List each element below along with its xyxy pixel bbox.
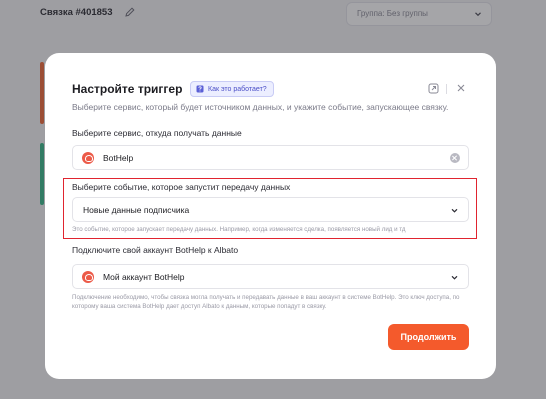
question-book-icon: [196, 85, 204, 93]
trigger-setup-modal: Настройте триггер Как это работает? Выбе…: [45, 53, 496, 379]
service-value: BotHelp: [103, 153, 134, 163]
bothelp-logo-icon: [82, 271, 94, 283]
account-select[interactable]: Мой аккаунт BotHelp: [72, 264, 469, 289]
account-hint: Подключение необходимо, чтобы связка мог…: [72, 294, 460, 310]
modal-title: Настройте триггер: [72, 82, 183, 96]
service-label: Выберите сервис, откуда получать данные: [72, 128, 242, 138]
event-hint: Это событие, которое запускает передачу …: [72, 226, 406, 233]
bothelp-logo-icon: [82, 152, 94, 164]
event-select[interactable]: Новые данные подписчика: [72, 197, 469, 222]
chevron-down-icon: [451, 208, 458, 213]
expand-icon[interactable]: [428, 83, 439, 94]
close-icon[interactable]: [456, 83, 466, 93]
event-value: Новые данные подписчика: [83, 205, 190, 215]
how-it-works-button[interactable]: Как это работает?: [190, 81, 274, 97]
service-select[interactable]: BotHelp: [72, 145, 469, 170]
modal-subtitle: Выберите сервис, который будет источнико…: [72, 102, 449, 112]
how-it-works-label: Как это работает?: [208, 85, 267, 93]
account-label: Подключите свой аккаунт BotHelp к Albato: [72, 245, 239, 255]
account-value: Мой аккаунт BotHelp: [103, 272, 185, 282]
header-divider: [446, 84, 447, 94]
continue-button[interactable]: Продолжить: [388, 324, 469, 350]
chevron-down-icon: [451, 275, 458, 280]
event-label: Выберите событие, которое запустит перед…: [72, 182, 291, 192]
clear-icon[interactable]: [450, 153, 460, 163]
